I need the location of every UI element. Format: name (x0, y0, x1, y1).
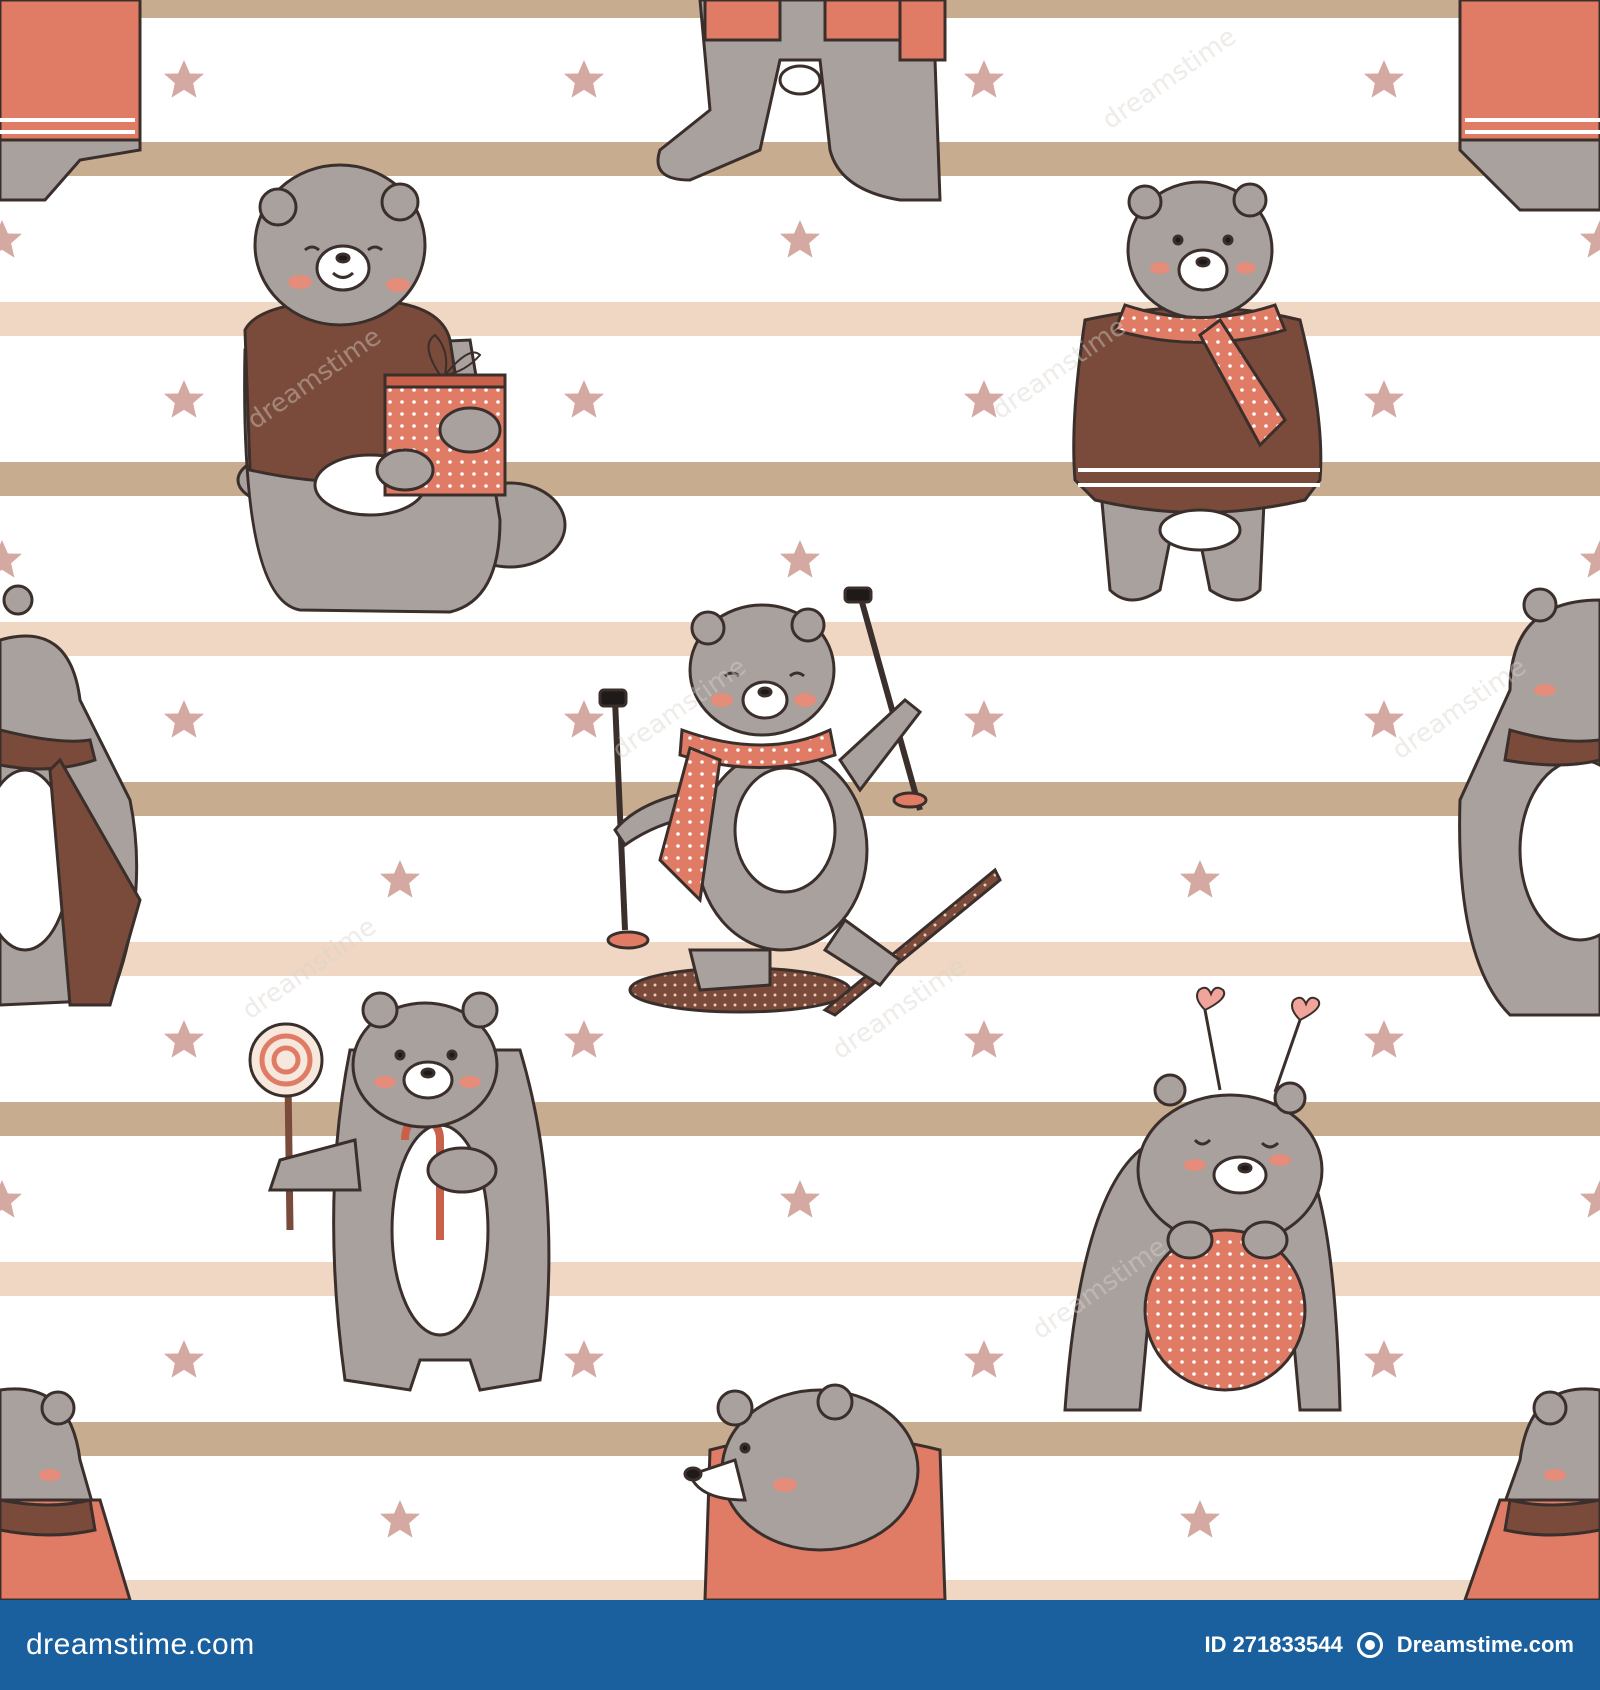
bear-with-lollipop (248, 991, 551, 1392)
star-icon (780, 540, 820, 578)
star-icon (380, 1500, 420, 1538)
stock-image: dreamstime dreamstime dreamstime dreamst… (0, 0, 1600, 1690)
star-icon (964, 1340, 1004, 1378)
star-icon (1364, 1020, 1404, 1058)
watermark-text: dreamstime (1097, 22, 1242, 136)
star-icon (164, 380, 204, 418)
bear-legs-top (656, 0, 947, 202)
star-icon (1364, 60, 1404, 98)
star-icon (164, 1020, 204, 1058)
star-icon (1180, 860, 1220, 898)
bear-edge-right-top (1458, 0, 1600, 212)
bear-edge-left-bottom (0, 1387, 132, 1600)
bear-in-sweater (1072, 180, 1323, 602)
bear-pattern: dreamstime dreamstime dreamstime dreamst… (0, 0, 1600, 1600)
star-icon (964, 60, 1004, 98)
star-icon (0, 1180, 22, 1218)
star-icon (380, 860, 420, 898)
star-icon (964, 1020, 1004, 1058)
bear-in-coral-sweater (683, 1383, 947, 1600)
dreamstime-logo[interactable]: dreamstime.com (26, 1628, 255, 1662)
bear-edge-right-middle (1458, 587, 1600, 1017)
star-icon (164, 1340, 204, 1378)
image-id: ID 271833544 (1204, 1632, 1343, 1657)
bear-edge-left-top (0, 0, 142, 202)
dreamstime-mark-icon (1356, 1632, 1383, 1658)
star-icon (1364, 380, 1404, 418)
star-icon (780, 220, 820, 258)
star-icon (1580, 220, 1600, 258)
star-icon (780, 1180, 820, 1218)
star-icon (564, 1340, 604, 1378)
star-icon (0, 540, 22, 578)
star-icon (1364, 700, 1404, 738)
bear-illustrations: dreamstime dreamstime dreamstime dreamst… (0, 0, 1600, 1600)
star-icon (1580, 540, 1600, 578)
star-icon (964, 700, 1004, 738)
star-icon (0, 220, 22, 258)
star-icon (164, 700, 204, 738)
footer-credit: ID 271833544 Dreamstime.com (1204, 1632, 1574, 1658)
star-icon (1364, 1340, 1404, 1378)
watermark-text: dreamstime (237, 912, 382, 1026)
star-icon (564, 700, 604, 738)
bear-skiing (598, 586, 1002, 1017)
watermark-text: dreamstime (827, 952, 972, 1066)
bear-edge-left-middle (0, 584, 142, 1007)
stock-footer: dreamstime.com ID 271833544 Dreamstime.c… (0, 1600, 1600, 1690)
star-icon (564, 1020, 604, 1058)
star-icon (564, 380, 604, 418)
star-icon (1580, 1180, 1600, 1218)
credit-text: Dreamstime.com (1396, 1632, 1574, 1657)
star-icon (1180, 1500, 1220, 1538)
bear-edge-right-bottom (1463, 1387, 1600, 1600)
star-icon (564, 60, 604, 98)
star-icon (164, 60, 204, 98)
bear-with-ball (1063, 986, 1342, 1412)
